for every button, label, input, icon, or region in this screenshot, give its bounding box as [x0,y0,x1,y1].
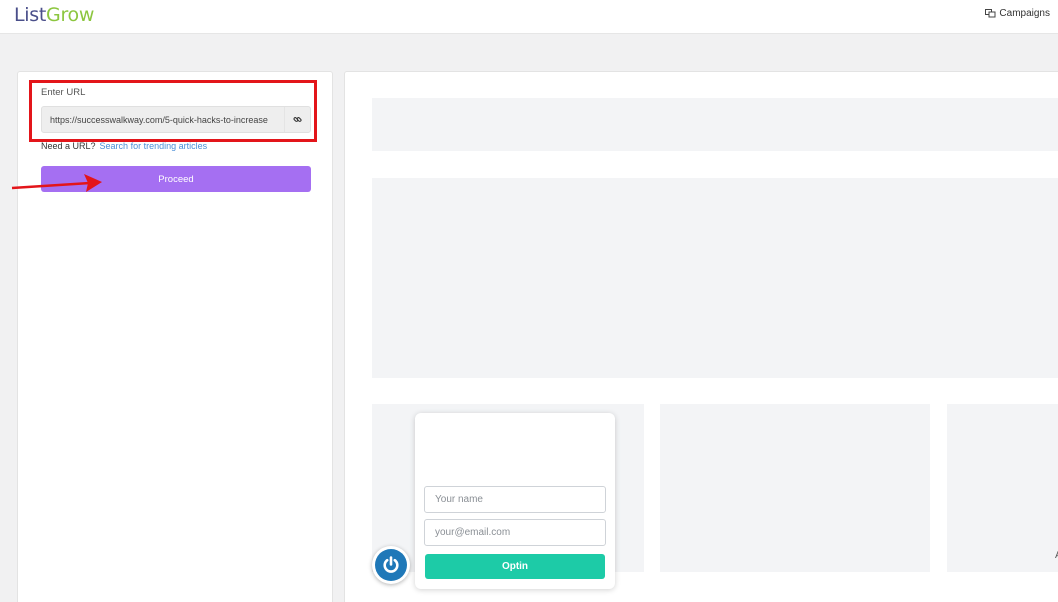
preview-placeholder-header [372,98,1058,151]
logo-text-list: List [14,4,47,26]
listgrow-logo[interactable]: ListGrow [14,4,94,26]
campaigns-label: Campaigns [999,8,1050,19]
optin-button[interactable]: Optin [425,554,605,579]
campaigns-icon [985,9,996,18]
proceed-button[interactable]: Proceed [41,166,311,192]
link-button[interactable] [284,107,310,132]
power-button[interactable] [372,546,410,584]
link-icon [293,117,302,122]
need-url-label: Need a URL? [41,141,96,151]
need-url-text: Need a URL? Search for trending articles [41,141,207,151]
power-button-inner [375,549,407,581]
top-navbar: ListGrow Campaigns [0,0,1058,34]
url-input[interactable] [42,107,284,132]
url-form-panel: Enter URL Need a URL? Search for trending… [17,71,333,602]
campaigns-link[interactable]: Campaigns [985,8,1050,19]
search-trending-articles-link[interactable]: Search for trending articles [100,141,208,151]
url-field [41,106,311,133]
name-input[interactable] [424,486,606,513]
power-icon [383,556,399,573]
preview-placeholder-card [660,404,930,572]
optin-form-card: Optin [415,413,615,589]
email-input[interactable] [424,519,606,546]
preview-placeholder-card [947,404,1058,572]
logo-text-grow: Grow [46,4,95,26]
enter-url-label: Enter URL [41,87,86,98]
preview-placeholder-hero [372,178,1058,378]
